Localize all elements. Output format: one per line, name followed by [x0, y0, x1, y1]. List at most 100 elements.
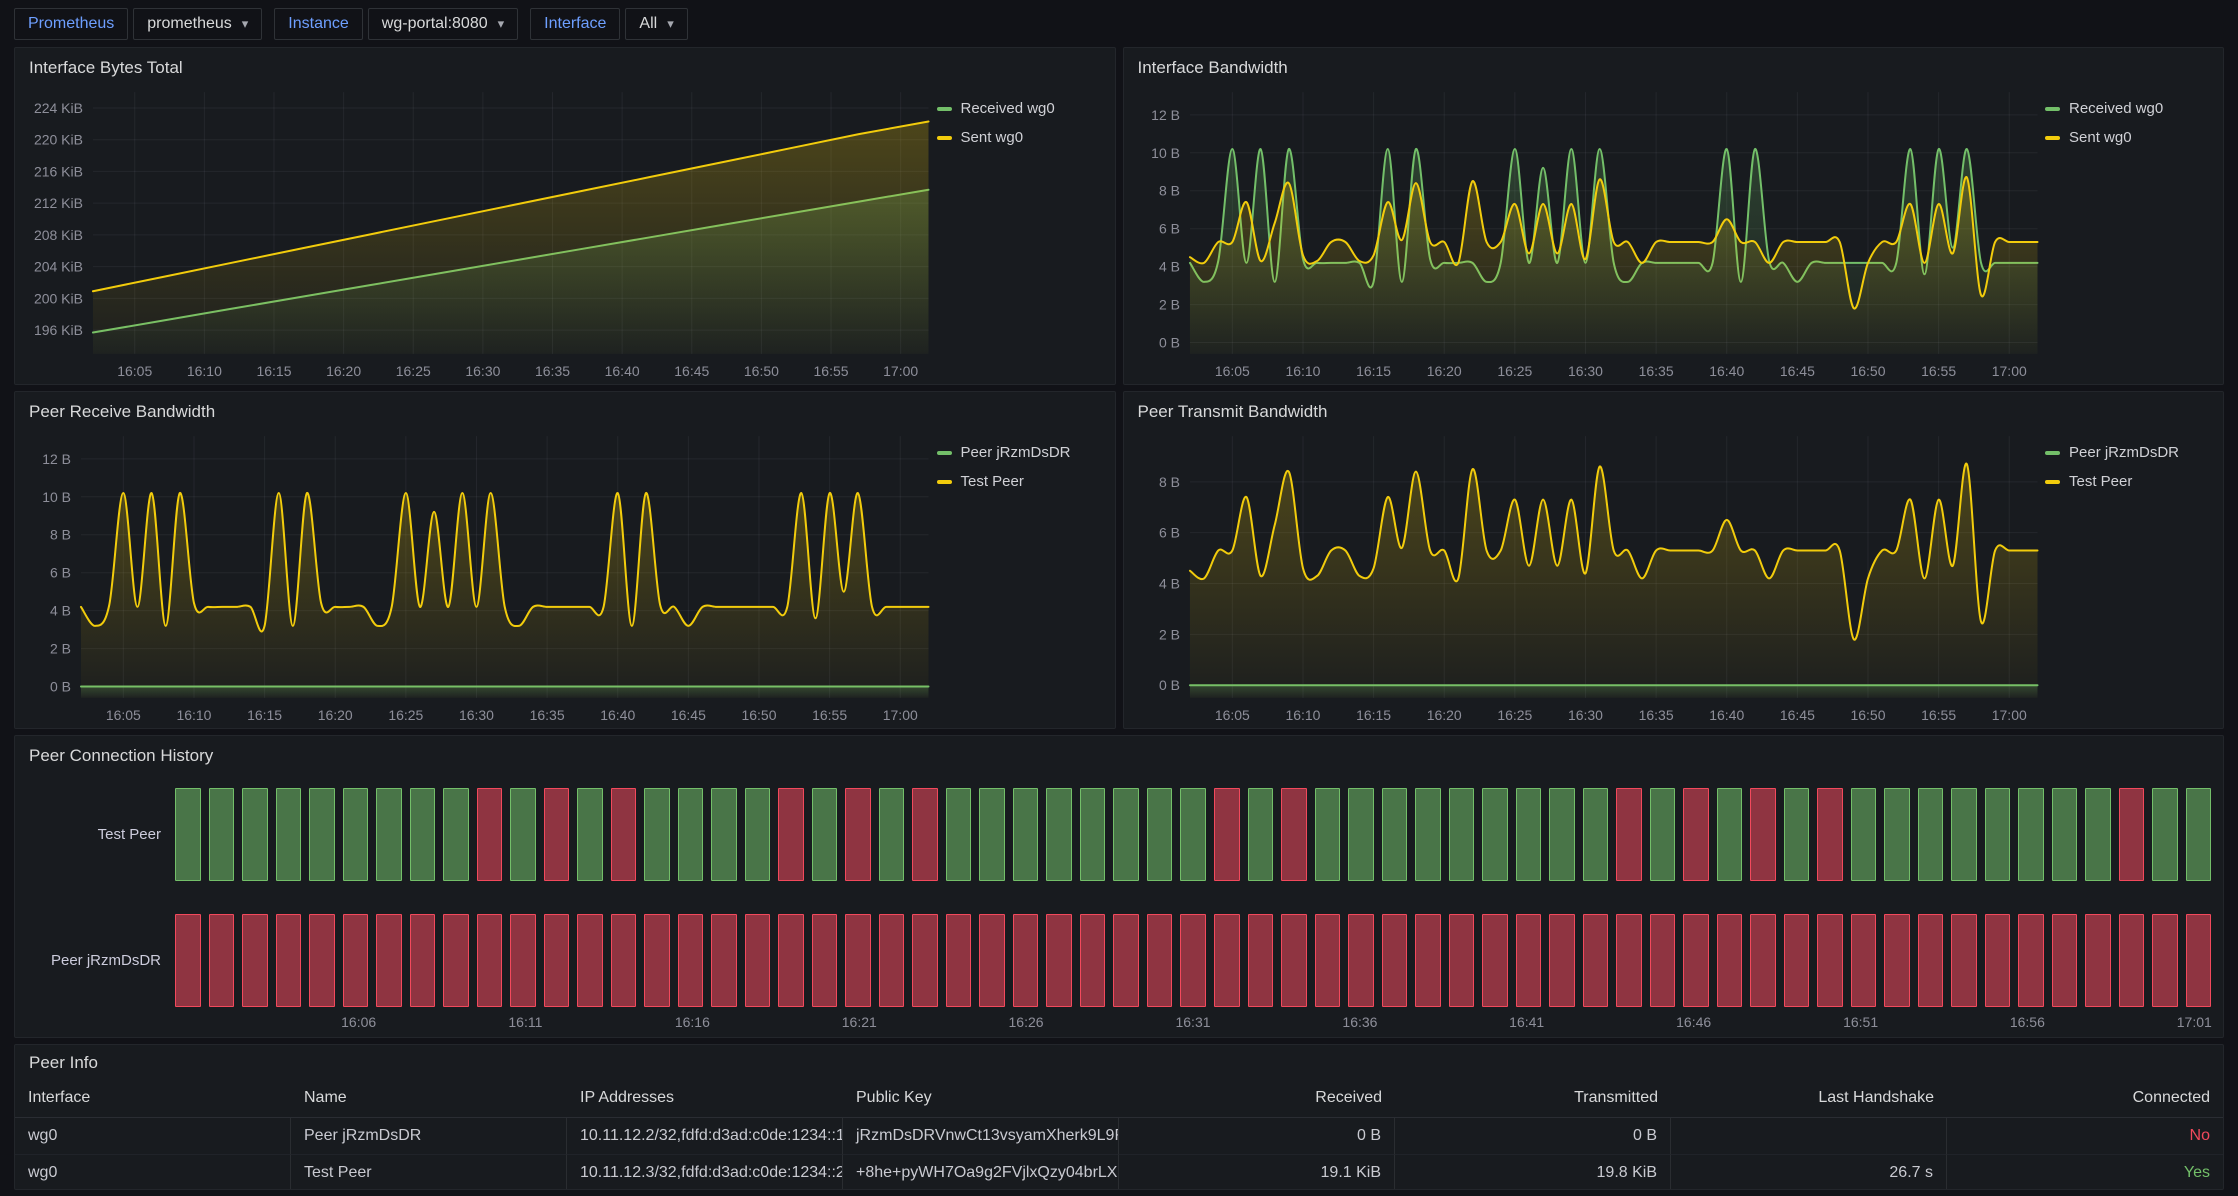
status-bar-disconnected[interactable]: [678, 914, 704, 1007]
column-header-interface[interactable]: Interface: [15, 1079, 291, 1118]
status-bar-connected[interactable]: [1315, 788, 1341, 881]
status-bar-connected[interactable]: [2018, 788, 2044, 881]
legend-item[interactable]: Received wg0: [937, 100, 1105, 117]
status-bar-disconnected[interactable]: [1951, 914, 1977, 1007]
status-bar-disconnected[interactable]: [410, 914, 436, 1007]
status-bar-disconnected[interactable]: [1717, 914, 1743, 1007]
legend-item[interactable]: Sent wg0: [2045, 129, 2213, 146]
status-bar-connected[interactable]: [1382, 788, 1408, 881]
status-bar-connected[interactable]: [1884, 788, 1910, 881]
status-bar-disconnected[interactable]: [2186, 914, 2212, 1007]
status-bar-connected[interactable]: [1013, 788, 1039, 881]
status-bar-disconnected[interactable]: [1750, 788, 1776, 881]
status-bar-connected[interactable]: [1348, 788, 1374, 881]
status-bar-connected[interactable]: [879, 788, 905, 881]
status-bar-disconnected[interactable]: [1817, 788, 1843, 881]
status-bar-disconnected[interactable]: [1013, 914, 1039, 1007]
column-header-last-handshake[interactable]: Last Handshake: [1671, 1079, 1947, 1118]
status-bar-connected[interactable]: [1784, 788, 1810, 881]
status-bar-connected[interactable]: [1248, 788, 1274, 881]
status-bar-disconnected[interactable]: [845, 914, 871, 1007]
column-header-connected[interactable]: Connected: [1947, 1079, 2223, 1118]
status-bar-disconnected[interactable]: [1315, 914, 1341, 1007]
status-bar-disconnected[interactable]: [175, 914, 201, 1007]
status-bar-connected[interactable]: [745, 788, 771, 881]
status-bar-disconnected[interactable]: [443, 914, 469, 1007]
status-bar-connected[interactable]: [443, 788, 469, 881]
status-bar-disconnected[interactable]: [1214, 914, 1240, 1007]
status-bar-disconnected[interactable]: [2152, 914, 2178, 1007]
status-bar-connected[interactable]: [175, 788, 201, 881]
status-bar-connected[interactable]: [242, 788, 268, 881]
status-bar-connected[interactable]: [1985, 788, 2011, 881]
status-bar-disconnected[interactable]: [711, 914, 737, 1007]
status-bar-disconnected[interactable]: [946, 914, 972, 1007]
status-bar-connected[interactable]: [1951, 788, 1977, 881]
status-bar-connected[interactable]: [1650, 788, 1676, 881]
status-bar-disconnected[interactable]: [912, 788, 938, 881]
status-bar-disconnected[interactable]: [1348, 914, 1374, 1007]
status-bar-disconnected[interactable]: [1482, 914, 1508, 1007]
variable-dropdown-instance[interactable]: wg-portal:8080 ▾: [368, 8, 518, 40]
status-bar-disconnected[interactable]: [309, 914, 335, 1007]
status-bar-connected[interactable]: [1549, 788, 1575, 881]
status-bar-disconnected[interactable]: [611, 914, 637, 1007]
status-bar-disconnected[interactable]: [577, 914, 603, 1007]
status-bar-disconnected[interactable]: [611, 788, 637, 881]
legend-item[interactable]: Test Peer: [2045, 473, 2213, 490]
status-bar-disconnected[interactable]: [1415, 914, 1441, 1007]
status-history-chart[interactable]: Test PeerPeer jRzmDsDR16:0616:1116:1616:…: [15, 774, 2223, 1037]
status-bar-connected[interactable]: [343, 788, 369, 881]
status-bar-disconnected[interactable]: [2018, 914, 2044, 1007]
status-bar-disconnected[interactable]: [477, 914, 503, 1007]
status-bar-connected[interactable]: [812, 788, 838, 881]
status-bar-connected[interactable]: [1046, 788, 1072, 881]
status-bar-connected[interactable]: [644, 788, 670, 881]
status-bar-connected[interactable]: [2052, 788, 2078, 881]
status-bar-disconnected[interactable]: [276, 914, 302, 1007]
status-bar-disconnected[interactable]: [778, 914, 804, 1007]
legend-item[interactable]: Peer jRzmDsDR: [937, 444, 1105, 461]
status-bar-disconnected[interactable]: [2119, 914, 2145, 1007]
status-bar-disconnected[interactable]: [1784, 914, 1810, 1007]
status-bar-connected[interactable]: [2085, 788, 2111, 881]
legend-item[interactable]: Sent wg0: [937, 129, 1105, 146]
status-bar-connected[interactable]: [1180, 788, 1206, 881]
status-bar-connected[interactable]: [510, 788, 536, 881]
status-bar-connected[interactable]: [209, 788, 235, 881]
status-bar-disconnected[interactable]: [477, 788, 503, 881]
legend-item[interactable]: Peer jRzmDsDR: [2045, 444, 2213, 461]
status-bar-disconnected[interactable]: [242, 914, 268, 1007]
status-bar-disconnected[interactable]: [879, 914, 905, 1007]
status-bar-disconnected[interactable]: [2085, 914, 2111, 1007]
status-bar-disconnected[interactable]: [644, 914, 670, 1007]
status-bar-disconnected[interactable]: [778, 788, 804, 881]
variable-dropdown-prometheus[interactable]: prometheus ▾: [133, 8, 262, 40]
variable-dropdown-interface[interactable]: All ▾: [625, 8, 687, 40]
status-bar-connected[interactable]: [1583, 788, 1609, 881]
status-bar-connected[interactable]: [979, 788, 1005, 881]
status-bar-disconnected[interactable]: [912, 914, 938, 1007]
status-bar-connected[interactable]: [1449, 788, 1475, 881]
column-header-ip-addresses[interactable]: IP Addresses: [567, 1079, 843, 1118]
column-header-transmitted[interactable]: Transmitted: [1395, 1079, 1671, 1118]
status-bar-disconnected[interactable]: [1683, 914, 1709, 1007]
status-bar-connected[interactable]: [1851, 788, 1877, 881]
column-header-name[interactable]: Name: [291, 1079, 567, 1118]
status-bar-disconnected[interactable]: [979, 914, 1005, 1007]
status-bar-disconnected[interactable]: [745, 914, 771, 1007]
status-bar-connected[interactable]: [410, 788, 436, 881]
status-bar-connected[interactable]: [946, 788, 972, 881]
status-bar-disconnected[interactable]: [845, 788, 871, 881]
status-bar-disconnected[interactable]: [1817, 914, 1843, 1007]
status-bar-disconnected[interactable]: [1583, 914, 1609, 1007]
status-bar-connected[interactable]: [1482, 788, 1508, 881]
status-bar-disconnected[interactable]: [1918, 914, 1944, 1007]
status-bar-disconnected[interactable]: [1046, 914, 1072, 1007]
status-bar-disconnected[interactable]: [209, 914, 235, 1007]
status-bar-disconnected[interactable]: [812, 914, 838, 1007]
status-bar-disconnected[interactable]: [1248, 914, 1274, 1007]
status-bar-disconnected[interactable]: [1214, 788, 1240, 881]
status-bar-connected[interactable]: [1147, 788, 1173, 881]
status-bar-connected[interactable]: [577, 788, 603, 881]
